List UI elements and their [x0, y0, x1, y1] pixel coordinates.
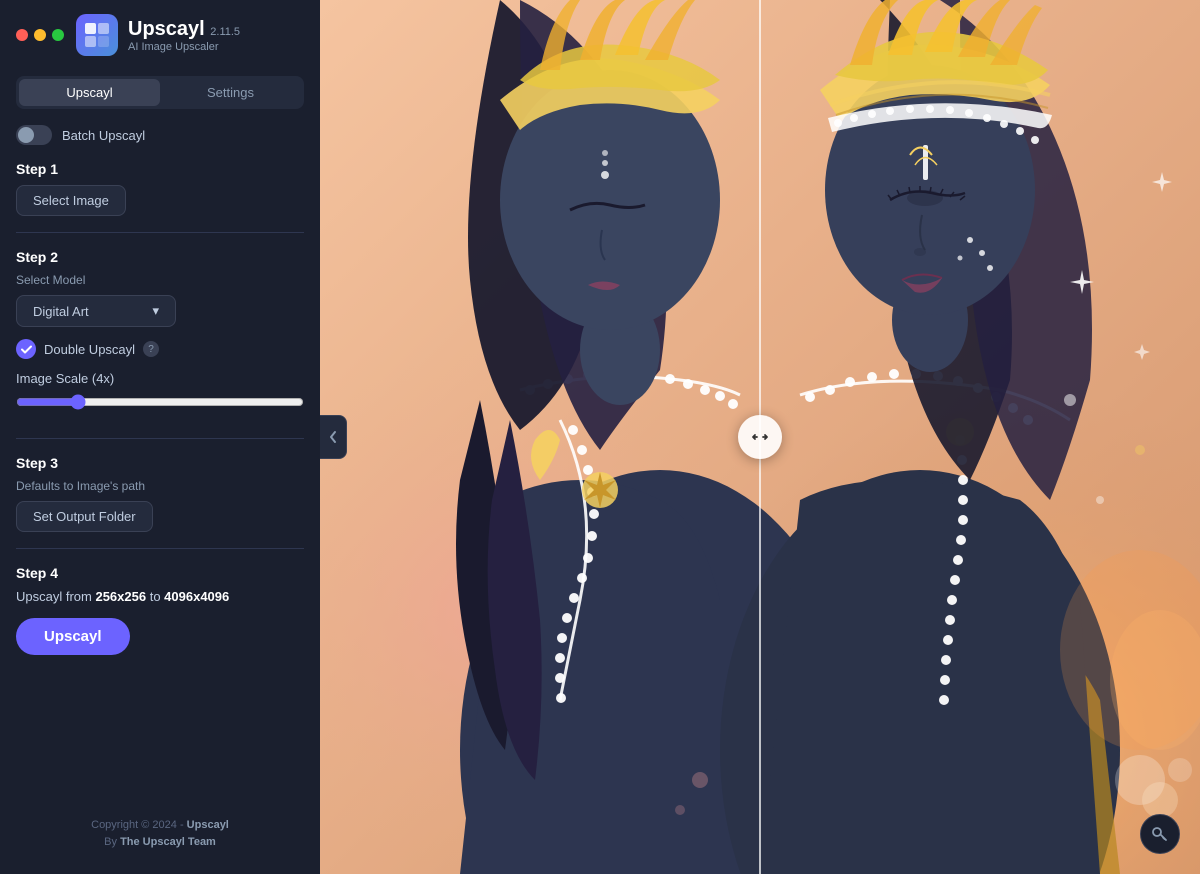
upscayl-button[interactable]: Upscayl [16, 618, 130, 655]
model-value: Digital Art [33, 304, 89, 319]
double-upscayl-label: Double Upscayl [44, 342, 135, 357]
image-scale-label: Image Scale (4x) [16, 371, 304, 386]
upscayl-description: Upscayl from 256x256 to 4096x4096 [16, 589, 304, 604]
image-viewer[interactable] [320, 0, 1200, 874]
step1-section: Step 1 Select Image [0, 161, 320, 232]
app-title-text: Upscayl [128, 18, 205, 40]
step4-section: Step 4 Upscayl from 256x256 to 4096x4096… [0, 565, 320, 671]
image-scale-slider[interactable] [16, 394, 304, 410]
step2-section: Step 2 Select Model Digital Art ▾ Double… [0, 249, 320, 438]
model-dropdown[interactable]: Digital Art ▾ [16, 295, 176, 327]
tab-settings[interactable]: Settings [160, 79, 301, 106]
maximize-button[interactable] [52, 29, 64, 41]
footer: Copyright © 2024 - Upscayl By The Upscay… [0, 805, 320, 864]
tabs-row: Upscayl Settings [16, 76, 304, 109]
step4-title: Step 4 [16, 565, 304, 581]
divider-1 [16, 232, 304, 233]
titlebar: Upscayl 2.11.5 AI Image Upscaler [0, 0, 320, 66]
chevron-down-icon: ▾ [152, 303, 159, 319]
footer-copyright: Copyright © 2024 - Upscayl [16, 817, 304, 835]
batch-toggle[interactable] [16, 125, 52, 145]
double-upscayl-checkbox[interactable] [16, 339, 36, 359]
set-output-folder-button[interactable]: Set Output Folder [16, 501, 153, 532]
app-icon [76, 14, 118, 56]
step3-title: Step 3 [16, 455, 304, 471]
app-title-block: Upscayl 2.11.5 AI Image Upscaler [128, 17, 240, 53]
step2-title: Step 2 [16, 249, 304, 265]
collapse-sidebar-button[interactable] [320, 415, 347, 459]
footer-by: By The Upscayl Team [16, 834, 304, 852]
batch-label: Batch Upscayl [62, 128, 145, 143]
desc-to: to [146, 589, 164, 604]
close-button[interactable] [16, 29, 28, 41]
sidebar: Upscayl 2.11.5 AI Image Upscaler Upscayl… [0, 0, 320, 874]
minimize-button[interactable] [34, 29, 46, 41]
app-version: 2.11.5 [210, 26, 240, 38]
select-image-button[interactable]: Select Image [16, 185, 126, 216]
footer-copyright-text: Copyright © 2024 - [91, 819, 187, 831]
footer-team: The Upscayl Team [120, 836, 216, 848]
help-icon[interactable]: ? [143, 341, 159, 357]
divider-3 [16, 548, 304, 549]
footer-appname: Upscayl [187, 819, 229, 831]
batch-row: Batch Upscayl [0, 125, 320, 161]
from-size: 256x256 [95, 589, 146, 604]
app-title: Upscayl 2.11.5 [128, 17, 240, 41]
split-container [320, 0, 1200, 874]
select-model-label: Select Model [16, 273, 304, 287]
tab-upscayl[interactable]: Upscayl [19, 79, 160, 106]
divider-2 [16, 438, 304, 439]
desc-prefix: Upscayl from [16, 589, 95, 604]
split-handle[interactable] [738, 415, 782, 459]
step1-title: Step 1 [16, 161, 304, 177]
toggle-knob [18, 127, 34, 143]
app-subtitle: AI Image Upscaler [128, 41, 240, 53]
double-upscayl-row: Double Upscayl ? [16, 339, 304, 359]
footer-by-text: By [104, 836, 120, 848]
to-size: 4096x4096 [164, 589, 229, 604]
traffic-lights [16, 29, 64, 41]
step3-sublabel: Defaults to Image's path [16, 479, 304, 493]
step3-section: Step 3 Defaults to Image's path Set Outp… [0, 455, 320, 548]
key-icon-button[interactable] [1140, 814, 1180, 854]
